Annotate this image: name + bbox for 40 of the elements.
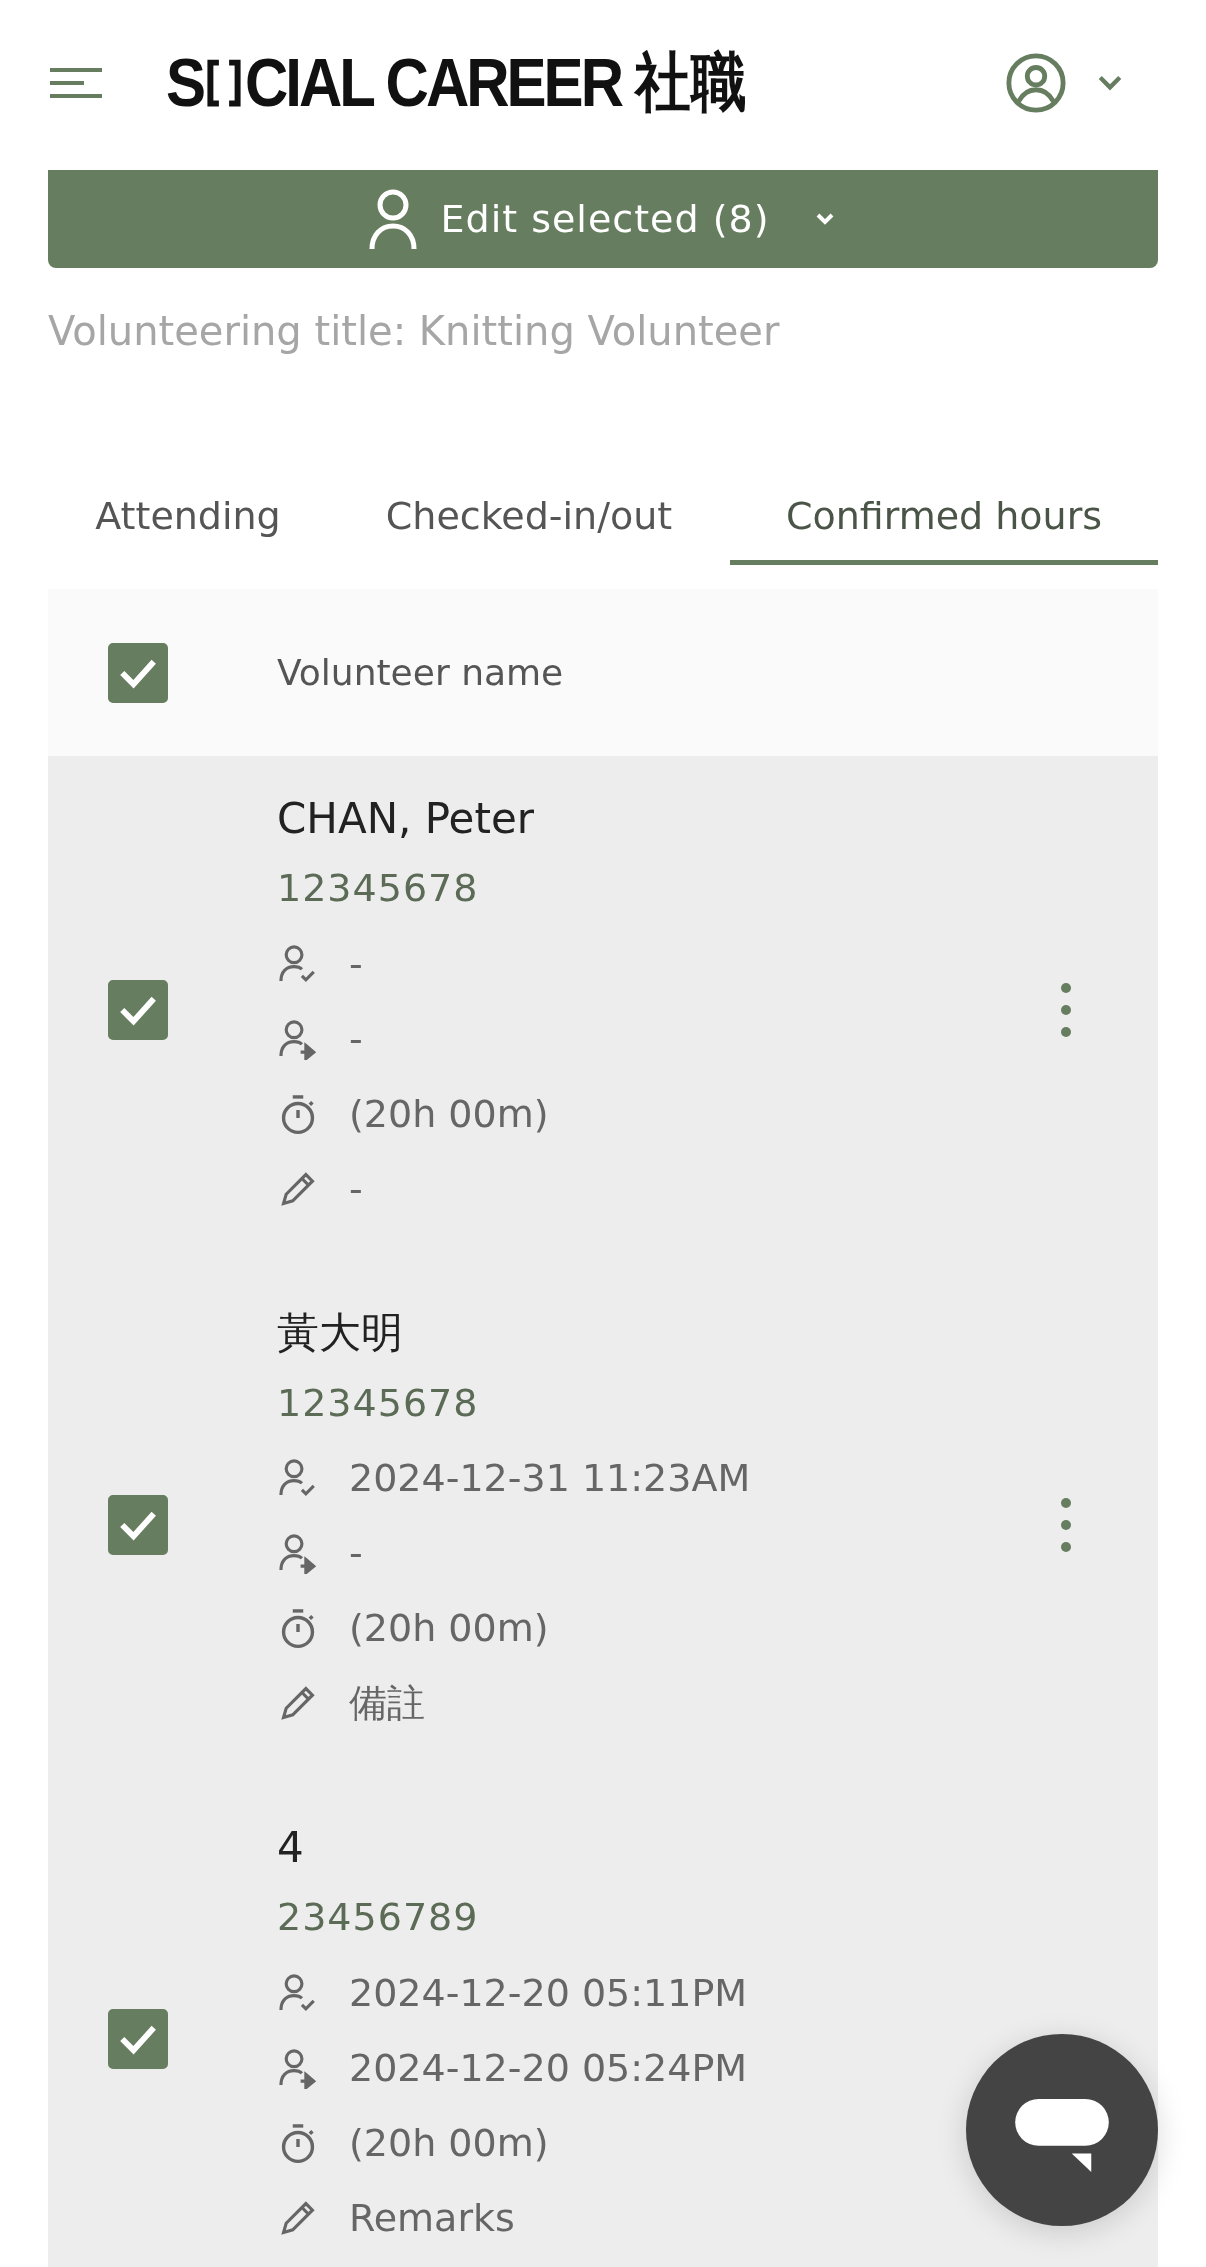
detail-text: -	[349, 1166, 363, 1211]
volunteer-name: CHAN, Peter	[277, 794, 534, 845]
logo-text: S	[166, 43, 204, 123]
volunteer-id: 23456789	[277, 1895, 479, 1940]
detail-text: -	[349, 1016, 363, 1061]
detail-text: Remarks	[349, 2195, 515, 2240]
tab[interactable]: Attending	[48, 494, 328, 565]
more-options-icon[interactable]	[1060, 982, 1072, 1039]
more-options-icon[interactable]	[1060, 1496, 1072, 1553]
detail-text: 備註	[349, 1679, 425, 1727]
edit-selected-button[interactable]: Edit selected (8)	[48, 170, 1158, 268]
tab[interactable]: Checked-in/out	[328, 494, 730, 565]
detail-text: 2024-12-31 11:23AM	[349, 1456, 751, 1501]
person-icon	[368, 187, 417, 251]
detail-text: (20h 00m)	[349, 1606, 549, 1651]
menu-icon[interactable]	[48, 67, 104, 98]
detail-text: 2024-12-20 05:24PM	[349, 2045, 748, 2090]
detail-text: (20h 00m)	[349, 2120, 549, 2165]
checkbox[interactable]	[108, 2008, 168, 2069]
logo-text: CIAL CAREER	[245, 43, 621, 123]
person-arrow-icon	[277, 1532, 319, 1575]
person-arrow-icon	[277, 2046, 319, 2089]
checkbox[interactable]	[108, 642, 168, 703]
detail-text: -	[349, 941, 363, 986]
person-arrow-icon	[277, 1017, 319, 1060]
chevron-down-icon[interactable]	[1097, 73, 1123, 92]
logo-cjk-text: 社職	[634, 43, 747, 119]
checkbox[interactable]	[108, 1494, 168, 1555]
detail-text: -	[349, 1531, 363, 1576]
tab[interactable]: Confirmed hours	[730, 494, 1158, 565]
detail-text: (20h 00m)	[349, 1091, 549, 1136]
volunteer-id: 12345678	[277, 866, 479, 911]
volunteer-id: 12345678	[277, 1380, 479, 1425]
detail-text: 2024-12-20 05:11PM	[349, 1970, 748, 2015]
volunteer-name: 4	[277, 1822, 304, 1874]
volunteering-title: Volunteering title: Knitting Volunteer	[48, 308, 781, 354]
account-icon[interactable]	[1005, 51, 1067, 114]
volunteer-name: 黃大明	[277, 1308, 403, 1359]
column-header: Volunteer name	[277, 652, 564, 693]
checkbox[interactable]	[108, 980, 168, 1041]
